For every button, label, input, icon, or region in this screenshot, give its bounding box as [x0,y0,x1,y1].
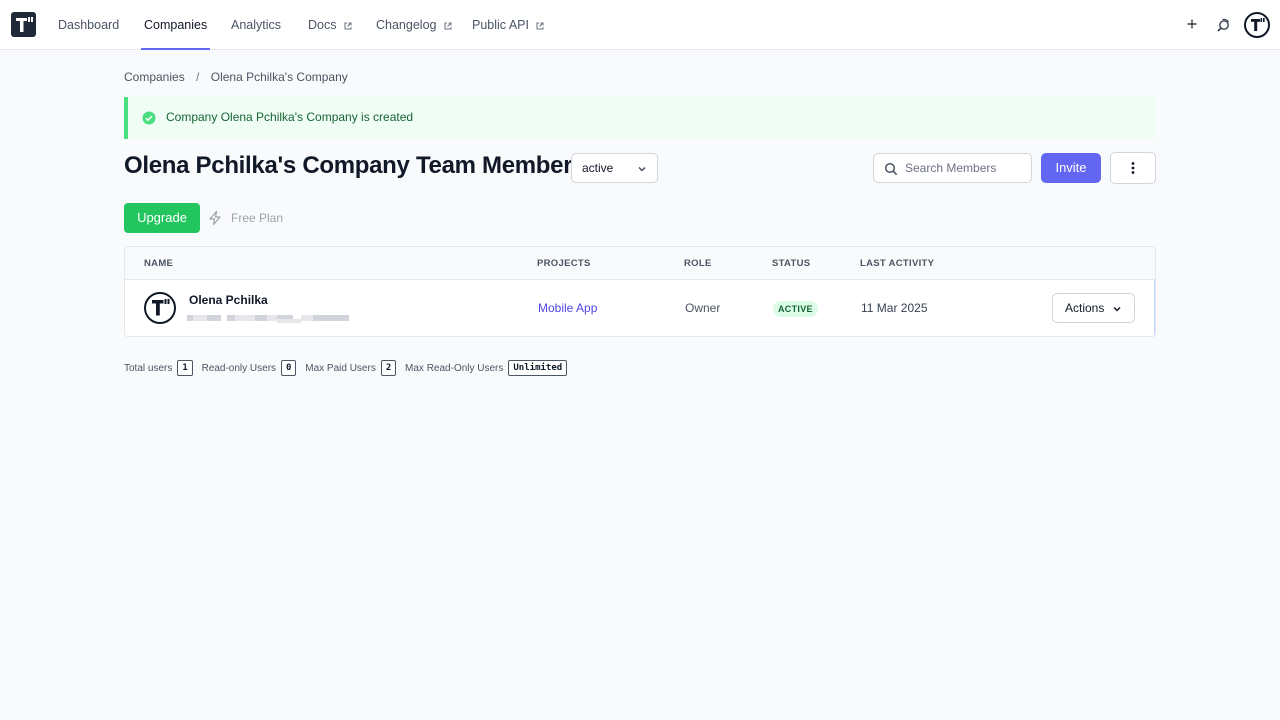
read-only-users-count: 0 [281,360,297,376]
search-members-box [873,153,1032,183]
breadcrumb-companies[interactable]: Companies [124,70,185,84]
top-navbar: Dashboard Companies Analytics Docs Chang… [0,0,1280,50]
search-icon [884,162,898,176]
total-users-count: 1 [177,360,193,376]
column-header-status: STATUS [772,258,811,269]
column-header-role: ROLE [684,258,712,269]
breadcrumb-current: Olena Pchilka's Company [210,69,348,84]
search-members-input[interactable] [905,155,1025,181]
avatar[interactable] [1244,12,1270,38]
nav-analytics[interactable]: Analytics [231,0,281,50]
logo-icon [16,17,33,32]
plus-icon[interactable] [1184,16,1200,32]
table-header: NAME PROJECTS ROLE STATUS LAST ACTIVITY [125,247,1155,280]
nav-docs[interactable]: Docs [308,0,352,50]
total-users-label: Total users [124,362,173,374]
breadcrumb-separator: / [196,69,200,84]
external-link-icon [536,22,544,30]
alert-message: Company Olena Pchilka's Company is creat… [166,110,414,124]
table-row: Olena Pchilka Mobile App Owner ACTIVE 11… [125,280,1155,336]
page-title: Olena Pchilka's Company Team Members [124,152,586,179]
member-role: Owner [685,301,721,315]
max-paid-users-label: Max Paid Users [305,362,376,374]
status-badge: ACTIVE [773,301,818,317]
logo[interactable] [11,12,36,37]
chevron-down-icon [1113,306,1121,312]
nav-dashboard-label: Dashboard [58,18,120,32]
max-paid-users-count: 2 [380,360,397,376]
redacted-email [187,315,349,323]
external-link-icon [444,22,452,30]
status-filter-value: active [582,161,614,175]
check-circle-icon [142,111,156,125]
column-header-projects: PROJECTS [537,258,591,269]
members-table: NAME PROJECTS ROLE STATUS LAST ACTIVITY … [124,246,1156,337]
member-last-activity: 11 Mar 2025 [861,301,928,315]
member-project-link[interactable]: Mobile App [538,301,597,315]
column-header-name: NAME [144,258,174,269]
actions-label: Actions [1065,301,1105,315]
external-link-icon [344,22,352,30]
member-avatar [144,292,176,324]
nav-public-api-label: Public API [472,18,529,32]
avatar-logo-icon [152,299,170,316]
avatar-logo-icon [1251,18,1265,31]
nav-analytics-label: Analytics [231,18,282,32]
more-options-button[interactable] [1110,152,1156,184]
plan-label: Free Plan [231,211,284,225]
actions-dropdown-button[interactable]: Actions [1052,293,1135,323]
success-alert: Company Olena Pchilka's Company is creat… [124,97,1156,139]
read-only-users-label: Read-only Users [201,362,277,374]
nav-companies[interactable]: Companies [140,0,211,50]
max-read-only-users-count: Unlimited [508,360,568,376]
nav-docs-label: Docs [308,18,337,32]
search-user-icon[interactable] [1215,16,1232,33]
upgrade-button[interactable]: Upgrade [124,203,200,233]
invite-button[interactable]: Invite [1041,153,1101,183]
column-header-last-activity: LAST ACTIVITY [860,258,935,269]
status-filter-select[interactable]: active [571,153,658,183]
chevron-down-icon [638,167,646,172]
max-read-only-users-label: Max Read-Only Users [405,362,504,374]
member-name: Olena Pchilka [189,293,268,307]
more-vertical-icon [1131,162,1135,174]
breadcrumb: Companies / Olena Pchilka's Company [124,69,348,85]
nav-dashboard[interactable]: Dashboard [58,0,119,50]
nav-changelog-label: Changelog [376,18,437,32]
user-stats: Total users 1 Read-only Users 0 Max Paid U… [124,360,573,377]
nav-companies-label: Companies [144,18,208,32]
nav-changelog[interactable]: Changelog [376,0,452,50]
nav-public-api[interactable]: Public API [472,0,544,50]
lightning-icon [209,210,221,226]
